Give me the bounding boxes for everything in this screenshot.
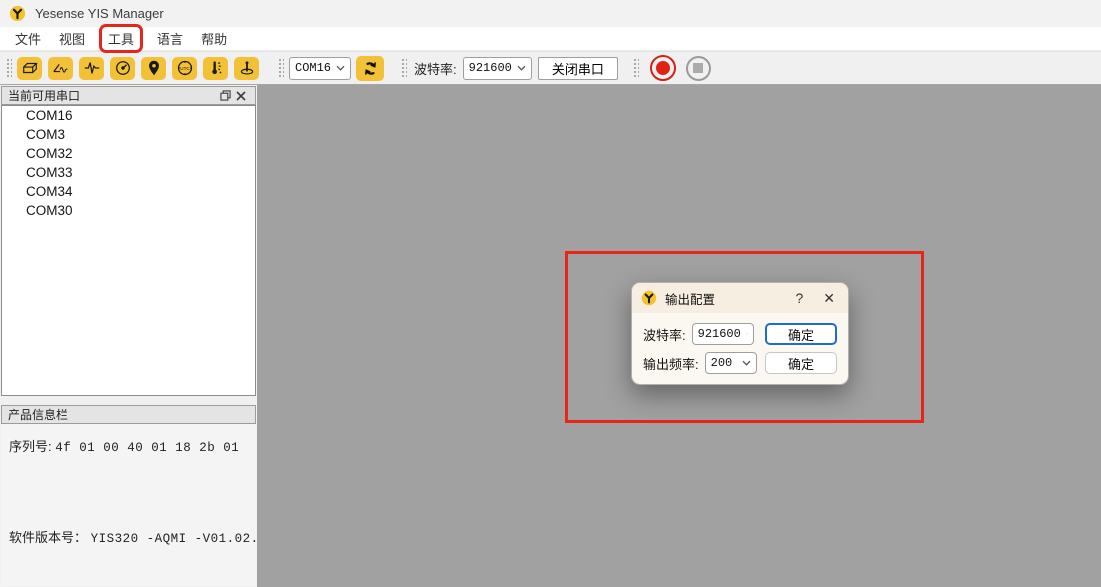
menu-view[interactable]: 视图	[53, 27, 91, 50]
baud-rate-value: 921600	[469, 61, 512, 75]
output-rate-select[interactable]: 200	[705, 352, 757, 374]
menu-tools[interactable]: 工具	[102, 27, 140, 50]
toolbar-drag-handle[interactable]	[277, 57, 284, 79]
software-version-line: 软件版本号： YIS320 -AQMI -V01.02.03;	[9, 527, 248, 546]
close-serial-button[interactable]: 关闭串口	[538, 57, 618, 80]
float-panel-icon[interactable]	[217, 89, 233, 103]
baud-rate-row: 波特率: 921600 确定	[643, 323, 837, 345]
record-button[interactable]	[650, 55, 676, 81]
confirm-button[interactable]: 确定	[765, 323, 837, 345]
list-item[interactable]: COM34	[2, 182, 255, 201]
utc-clock-icon[interactable]: UTC	[172, 57, 197, 80]
stop-button[interactable]	[686, 56, 711, 81]
ports-panel-title: 当前可用串口	[8, 87, 80, 104]
output-rate-label: 输出频率:	[643, 354, 699, 373]
serial-number-line: 序列号: 4f 01 00 40 01 18 2b 01	[9, 436, 248, 455]
serial-number-value: 4f 01 00 40 01 18 2b 01	[55, 441, 239, 455]
dialog-body: 波特率: 921600 确定 输出频率: 200 确定	[632, 313, 848, 374]
chevron-down-icon	[742, 360, 751, 366]
signal-waveform-icon[interactable]	[79, 57, 104, 80]
app-body: 当前可用串口 COM16 COM3 COM32 COM33 COM34 COM3…	[0, 85, 1101, 587]
info-panel-title: 产品信息栏	[8, 406, 68, 423]
baud-rate-label: 波特率:	[643, 325, 686, 344]
list-item[interactable]: COM33	[2, 163, 255, 182]
info-panel-header: 产品信息栏	[1, 405, 256, 424]
menu-help[interactable]: 帮助	[195, 27, 233, 50]
output-rate-row: 输出频率: 200 确定	[643, 352, 837, 374]
output-rate-value: 200	[711, 356, 733, 370]
close-icon[interactable]: ✕	[817, 290, 841, 307]
location-pin-icon[interactable]	[141, 57, 166, 80]
chevron-down-icon	[746, 331, 748, 337]
baud-rate-value: 921600	[698, 327, 741, 341]
toolbar: UTC COM16	[0, 51, 1101, 85]
svg-text:UTC: UTC	[180, 66, 190, 71]
refresh-icon[interactable]	[356, 56, 384, 81]
list-item[interactable]: COM32	[2, 144, 255, 163]
software-version-label: 软件版本号：	[9, 530, 87, 545]
baud-rate-select[interactable]: 921600	[463, 57, 532, 80]
window-titlebar: Yesense YIS Manager	[0, 0, 1101, 27]
thermometer-icon[interactable]	[203, 57, 228, 80]
output-config-dialog: 输出配置 ? ✕ 波特率: 921600 确定 输出频率:	[631, 282, 849, 385]
app-title: Yesense YIS Manager	[35, 6, 164, 21]
confirm-button[interactable]: 确定	[765, 352, 837, 374]
port-select-value: COM16	[295, 61, 331, 75]
toolbar-drag-handle[interactable]	[5, 57, 12, 79]
yesense-logo-icon	[9, 5, 26, 22]
menubar: 文件 视图 工具 语言 帮助	[0, 27, 1101, 51]
main-area: 输出配置 ? ✕ 波特率: 921600 确定 输出频率:	[257, 85, 1101, 587]
ports-panel-header: 当前可用串口	[1, 86, 256, 105]
record-icon	[656, 61, 670, 75]
help-icon[interactable]: ?	[789, 290, 809, 306]
list-item[interactable]: COM16	[2, 106, 255, 125]
attitude-level-icon[interactable]	[234, 57, 259, 80]
stop-icon	[693, 63, 703, 73]
serial-number-label: 序列号:	[9, 439, 52, 454]
angle-waveform-icon[interactable]	[48, 57, 73, 80]
menu-file[interactable]: 文件	[9, 27, 47, 50]
menu-language[interactable]: 语言	[151, 27, 189, 50]
port-list: COM16 COM3 COM32 COM33 COM34 COM30	[1, 105, 256, 396]
list-item[interactable]: COM30	[2, 201, 255, 220]
dialog-titlebar: 输出配置 ? ✕	[632, 283, 848, 313]
gauge-icon[interactable]	[110, 57, 135, 80]
toolbar-drag-handle[interactable]	[400, 57, 407, 79]
cube-3d-icon[interactable]	[17, 57, 42, 80]
port-select[interactable]: COM16	[289, 57, 351, 80]
close-icon[interactable]	[233, 89, 249, 103]
chevron-down-icon	[336, 65, 345, 71]
toolbar-drag-handle[interactable]	[632, 57, 639, 79]
app-window: Yesense YIS Manager 文件 视图 工具 语言 帮助	[0, 0, 1101, 587]
dialog-title: 输出配置	[665, 289, 715, 308]
software-version-value: YIS320 -AQMI -V01.02.03;	[91, 532, 283, 546]
left-dock: 当前可用串口 COM16 COM3 COM32 COM33 COM34 COM3…	[0, 85, 257, 587]
baud-rate-label: 波特率:	[414, 59, 457, 78]
yesense-logo-icon	[641, 290, 657, 306]
baud-rate-select[interactable]: 921600	[692, 323, 754, 345]
list-item[interactable]: COM3	[2, 125, 255, 144]
chevron-down-icon	[517, 65, 526, 71]
info-panel-body: 序列号: 4f 01 00 40 01 18 2b 01 软件版本号： YIS3…	[1, 424, 256, 586]
